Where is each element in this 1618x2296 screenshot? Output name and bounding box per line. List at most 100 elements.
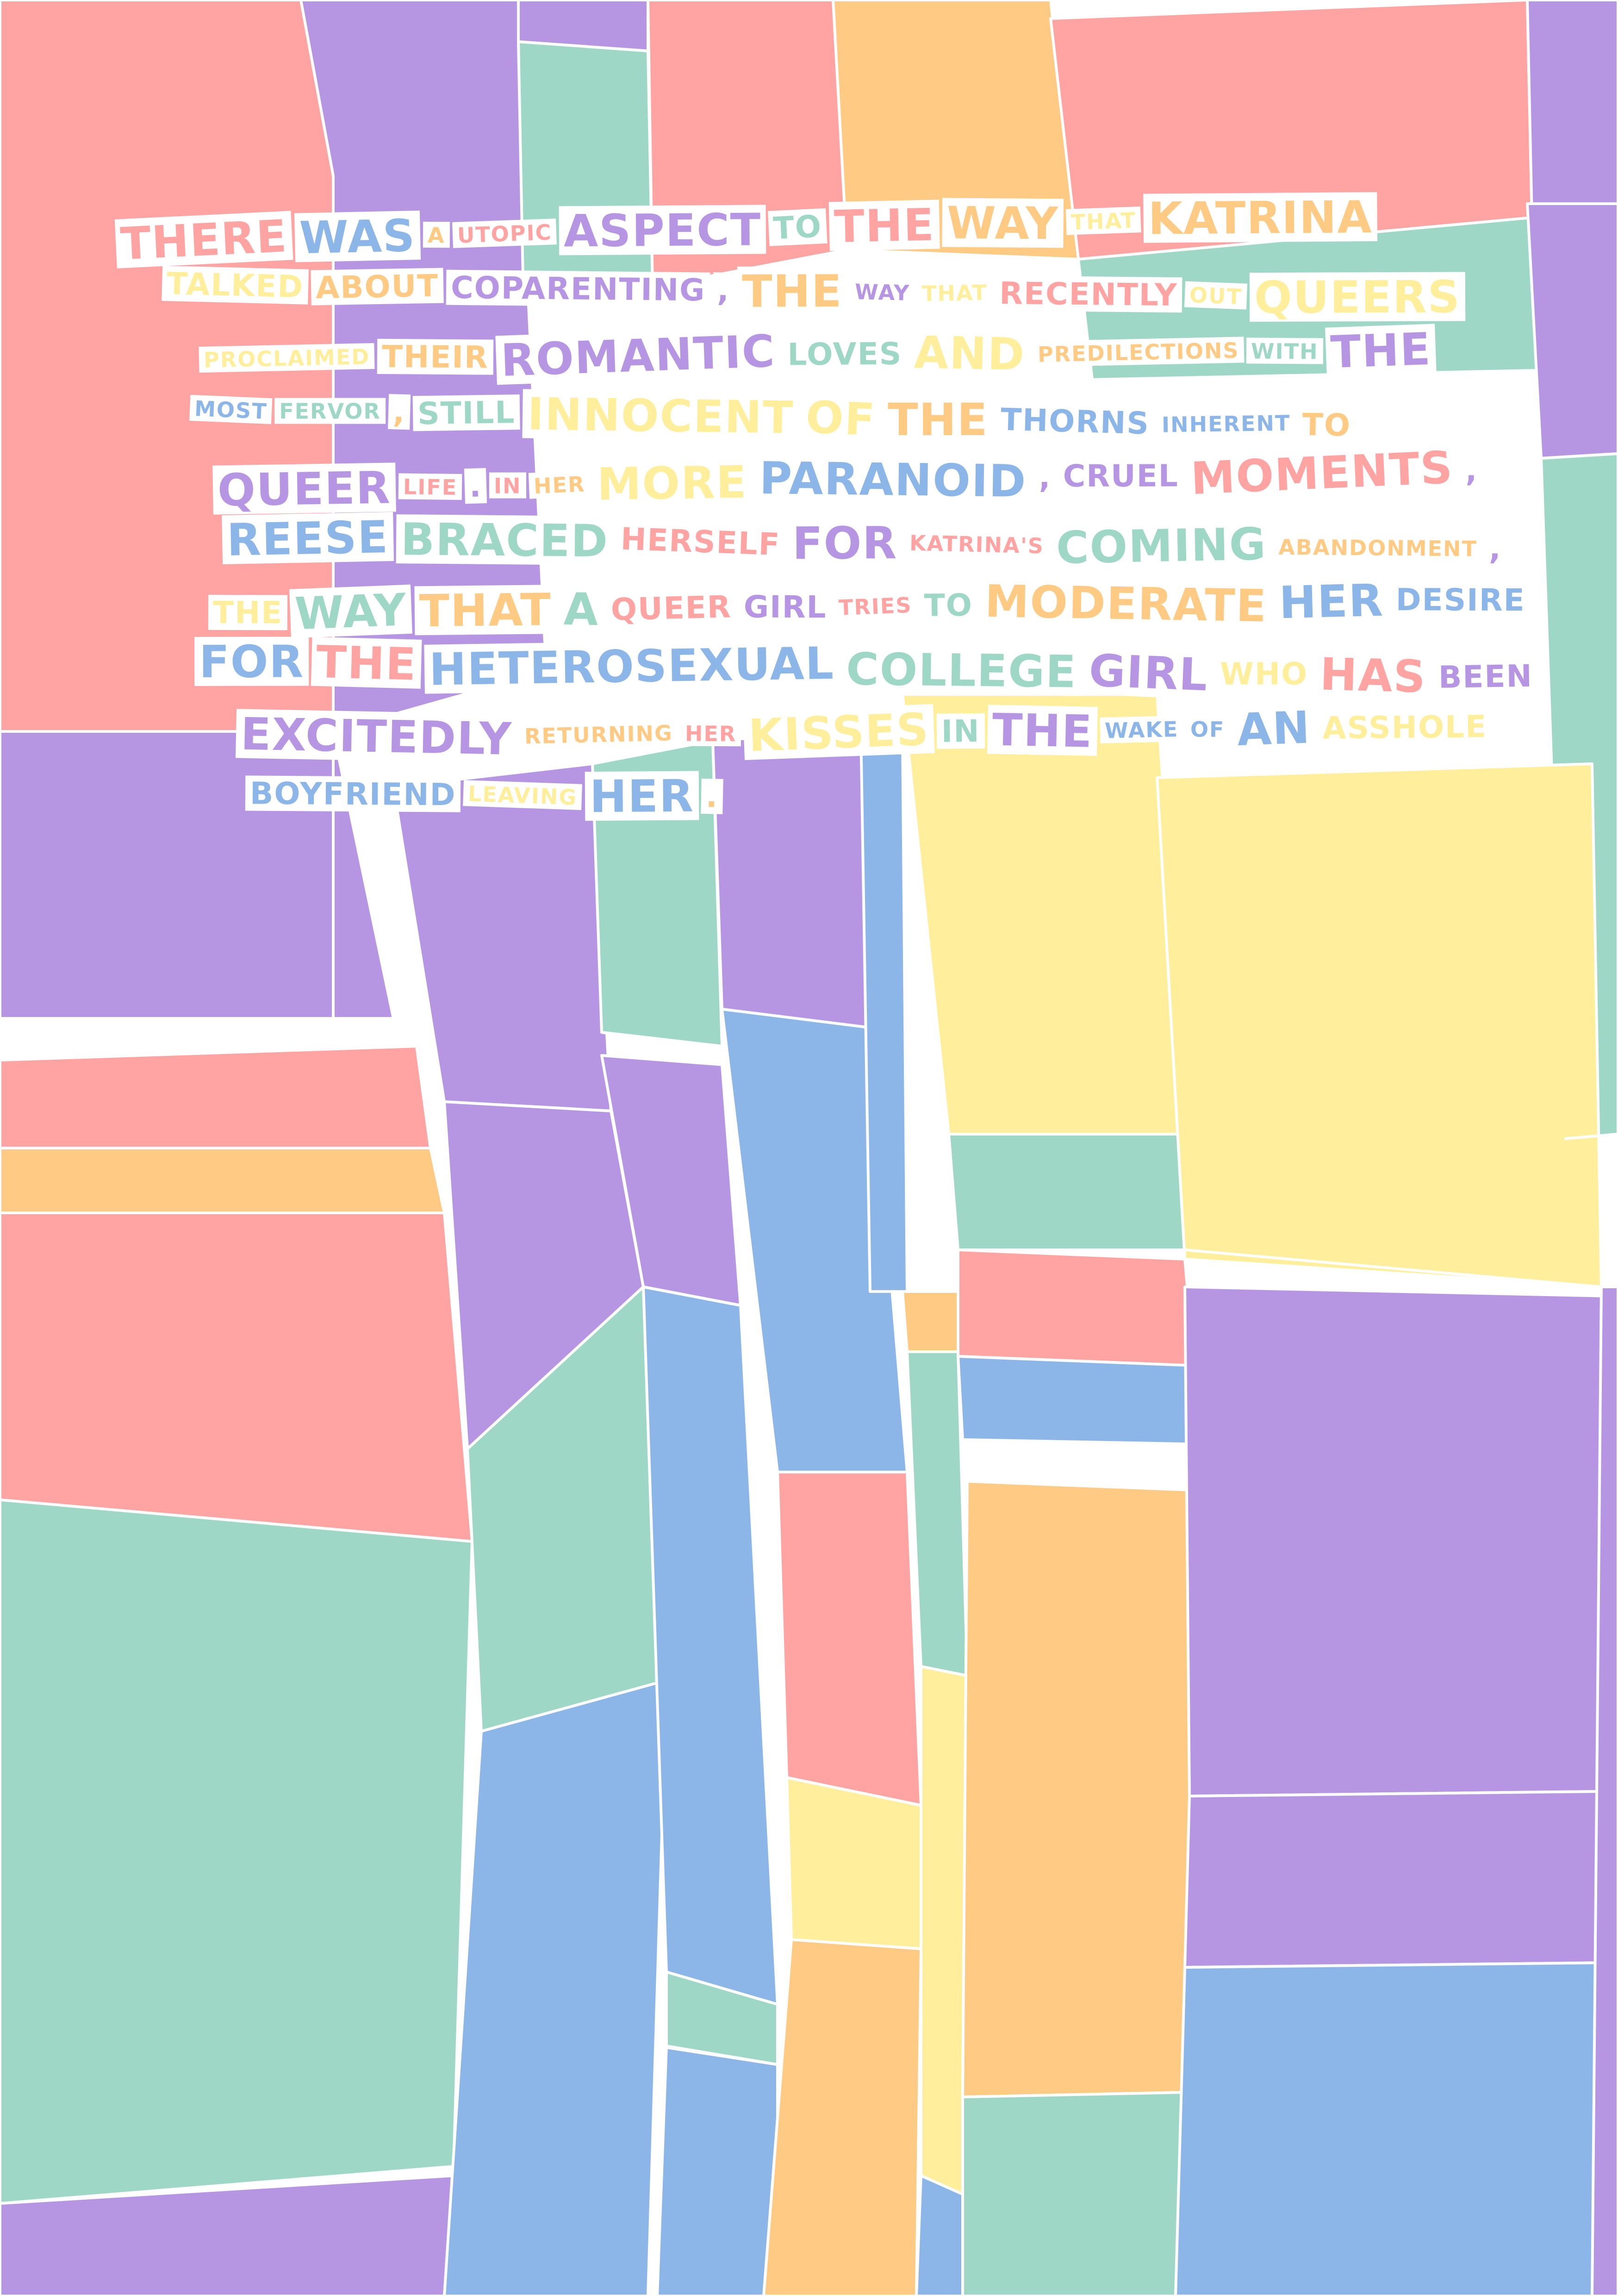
- cutout-word: girl: [739, 589, 832, 625]
- cutout-word: inherent: [1157, 409, 1295, 437]
- quilt-patch: [0, 1147, 446, 1214]
- cutout-word: talked: [162, 266, 309, 305]
- cutout-word: the: [987, 704, 1098, 758]
- cutout-word: been: [1433, 658, 1538, 695]
- quilt-patch: [1183, 1790, 1603, 1969]
- cutout-word: was: [294, 210, 421, 264]
- cutout-word: romantic: [495, 325, 781, 387]
- quilt-patch: [961, 1480, 1205, 2098]
- quilt-patch: [1526, 0, 1618, 219]
- collage-line: queer life. in her more paranoid, cruel moments…: [212, 442, 1486, 521]
- cutout-word: recently: [994, 275, 1182, 313]
- quilt-patch: [776, 1471, 922, 1807]
- quilt-patch: [1526, 202, 1618, 460]
- cutout-word: about: [311, 268, 444, 306]
- collage-line: talked about coparenting, the way that recentl…: [162, 260, 1468, 329]
- cutout-word: queer: [212, 462, 396, 516]
- collage-line: most fervor, still innocent of the thorns inher…: [189, 384, 1359, 456]
- cutout-word: braced: [396, 513, 614, 567]
- collage-line: excitedly returning her kisses in the wake of an…: [236, 701, 1495, 768]
- cutout-word: queer: [606, 589, 737, 628]
- quilt-patch: [517, 0, 649, 52]
- cutout-word: the: [829, 199, 940, 253]
- cutout-word: ,: [712, 272, 735, 308]
- collage-line: boyfriend leaving her.: [245, 768, 726, 827]
- quilt-patch: [957, 1248, 1195, 1367]
- cutout-word: most: [189, 394, 273, 424]
- cutout-word: her: [585, 770, 699, 823]
- cutout-word: her: [680, 720, 741, 747]
- quilt-patch: [0, 1211, 473, 1543]
- cutout-word: the: [737, 265, 847, 318]
- quilt-patch: [443, 1679, 668, 2296]
- quilt-seam: [0, 1017, 417, 1038]
- cutout-word: way: [850, 278, 915, 306]
- cutout-word: moments: [1185, 442, 1459, 505]
- cutout-word: that: [1065, 206, 1141, 235]
- collage-line: Reese braced herself for Katrina's coming aban…: [222, 511, 1510, 580]
- quilt-patch: [0, 1498, 473, 2205]
- cutout-word: .: [464, 468, 487, 504]
- cutout-word: paranoid: [754, 452, 1032, 507]
- cutout-word: moderate: [979, 575, 1272, 632]
- cutout-word: .: [701, 778, 724, 815]
- cutout-word: for: [787, 517, 902, 569]
- illustrated-page: There was a utopic aspect to the way that Katrina…: [0, 0, 1618, 2296]
- cutout-word: college: [841, 643, 1082, 698]
- collage-line: for the heterosexual college girl who has been: [194, 636, 1540, 708]
- cutout-word: a: [558, 583, 604, 636]
- cutout-word: of: [1186, 716, 1230, 742]
- cutout-word: heterosexual: [423, 637, 840, 696]
- quilt-patch: [947, 1133, 1186, 1251]
- cutout-word: life: [398, 473, 462, 500]
- quilt-patch: [785, 1776, 922, 1950]
- cutout-word: that: [917, 279, 992, 306]
- cutout-word: ,: [1460, 452, 1483, 488]
- quilt-patch: [642, 1285, 779, 2006]
- cutout-word: a: [423, 221, 450, 248]
- cutout-word: who: [1215, 656, 1313, 692]
- quilt-patch: [961, 2091, 1186, 2296]
- cutout-word: in: [489, 472, 526, 499]
- cutout-word: excitedly: [236, 708, 517, 765]
- cutout-word: an: [1231, 701, 1316, 756]
- cutout-word: returning: [519, 719, 678, 749]
- cutout-word: to: [1297, 406, 1356, 443]
- cutout-word: their: [377, 338, 494, 375]
- cutout-word: asshole: [1318, 709, 1492, 746]
- cutout-word: the: [883, 394, 993, 446]
- cutout-word: abandonment: [1274, 533, 1482, 562]
- cutout-word: utopic: [452, 218, 557, 248]
- cutout-word: that: [414, 584, 557, 637]
- cutout-word: queers: [1250, 271, 1466, 324]
- cutout-word: loves: [783, 336, 907, 372]
- cutout-word: more: [592, 456, 753, 511]
- cutout-word: her: [528, 470, 591, 499]
- cutout-word: has: [1315, 648, 1432, 703]
- cutout-word-collage: There was a utopic aspect to the way that Katrina…: [114, 191, 1538, 852]
- cutout-word: boyfriend: [245, 775, 461, 813]
- cutout-word: cruel: [1058, 458, 1183, 494]
- quilt-patch: [915, 2174, 964, 2296]
- cutout-word: ,: [1033, 459, 1057, 495]
- cutout-word: still: [412, 394, 520, 431]
- cutout-word: fervor: [274, 398, 386, 424]
- cutout-word: leaving: [463, 780, 583, 811]
- cutout-word: of: [800, 391, 882, 446]
- quilt-patch: [957, 1355, 1205, 1446]
- cutout-word: the: [208, 594, 288, 630]
- cutout-word: to: [768, 208, 828, 246]
- cutout-word: the: [1325, 323, 1437, 378]
- cutout-word: herself: [615, 521, 786, 562]
- cutout-word: ,: [1484, 530, 1507, 567]
- cutout-word: for: [194, 636, 309, 688]
- quilt-patch: [1183, 1285, 1612, 1797]
- quilt-patch: [656, 2045, 779, 2296]
- cutout-word: Reese: [222, 511, 394, 566]
- cutout-word: and: [909, 326, 1031, 381]
- cutout-word: way: [289, 584, 413, 640]
- cutout-word: the: [311, 636, 423, 691]
- cutout-word: to: [919, 587, 978, 624]
- collage-line: the way that a queer girl tries to moderate her de…: [208, 574, 1533, 644]
- cutout-word: predilections: [1032, 337, 1244, 367]
